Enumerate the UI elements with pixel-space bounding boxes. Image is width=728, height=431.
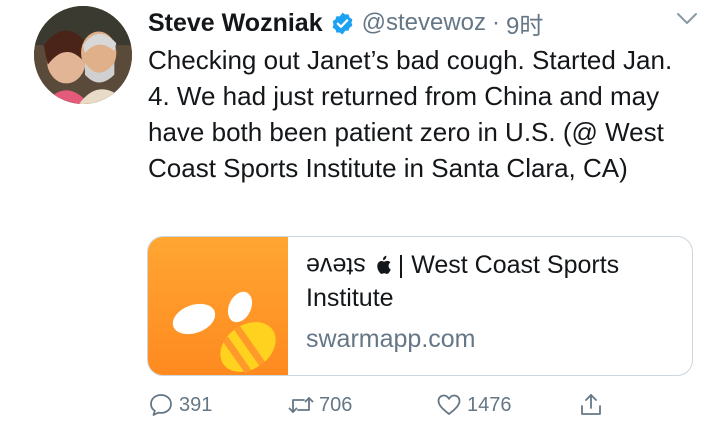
author-handle[interactable]: @stevewoz bbox=[362, 9, 486, 37]
apple-logo-icon bbox=[374, 251, 392, 274]
like-button[interactable]: 1476 bbox=[436, 392, 512, 418]
share-button[interactable] bbox=[578, 392, 609, 418]
tweet[interactable]: Steve Wozniak @stevewoz · 9时 Checking ou… bbox=[0, 0, 728, 431]
separator-dot: · bbox=[492, 9, 501, 36]
tweet-header: Steve Wozniak @stevewoz · 9时 bbox=[148, 6, 543, 40]
chevron-down-icon[interactable] bbox=[676, 12, 698, 26]
tweet-text: Checking out Janet’s bad cough. Started … bbox=[148, 45, 673, 183]
link-card[interactable]: steve | West Coast Sports Institute swarm… bbox=[147, 236, 693, 376]
tweet-timestamp[interactable]: 9时 bbox=[506, 6, 543, 41]
card-title: steve | West Coast Sports Institute bbox=[306, 249, 692, 315]
swarm-logo-icon bbox=[148, 237, 288, 375]
reply-button[interactable]: 391 bbox=[148, 392, 212, 418]
reply-count: 391 bbox=[179, 393, 213, 416]
comment-icon bbox=[150, 394, 172, 416]
author-name[interactable]: Steve Wozniak bbox=[148, 9, 323, 38]
card-title-flipped: steve bbox=[306, 252, 366, 280]
retweet-button[interactable]: 706 bbox=[288, 392, 352, 418]
avatar[interactable] bbox=[34, 6, 132, 104]
share-icon bbox=[581, 394, 601, 415]
avatar-photo bbox=[34, 6, 132, 104]
card-domain: swarmapp.com bbox=[306, 325, 476, 353]
heart-icon bbox=[437, 394, 461, 415]
tweet-actions: 391 706 1476 bbox=[148, 392, 618, 422]
retweet-count: 706 bbox=[319, 393, 353, 416]
retweet-icon bbox=[288, 397, 314, 413]
verified-badge-icon bbox=[330, 11, 355, 36]
card-info: steve | West Coast Sports Institute swarm… bbox=[288, 237, 692, 375]
like-count: 1476 bbox=[467, 393, 512, 416]
